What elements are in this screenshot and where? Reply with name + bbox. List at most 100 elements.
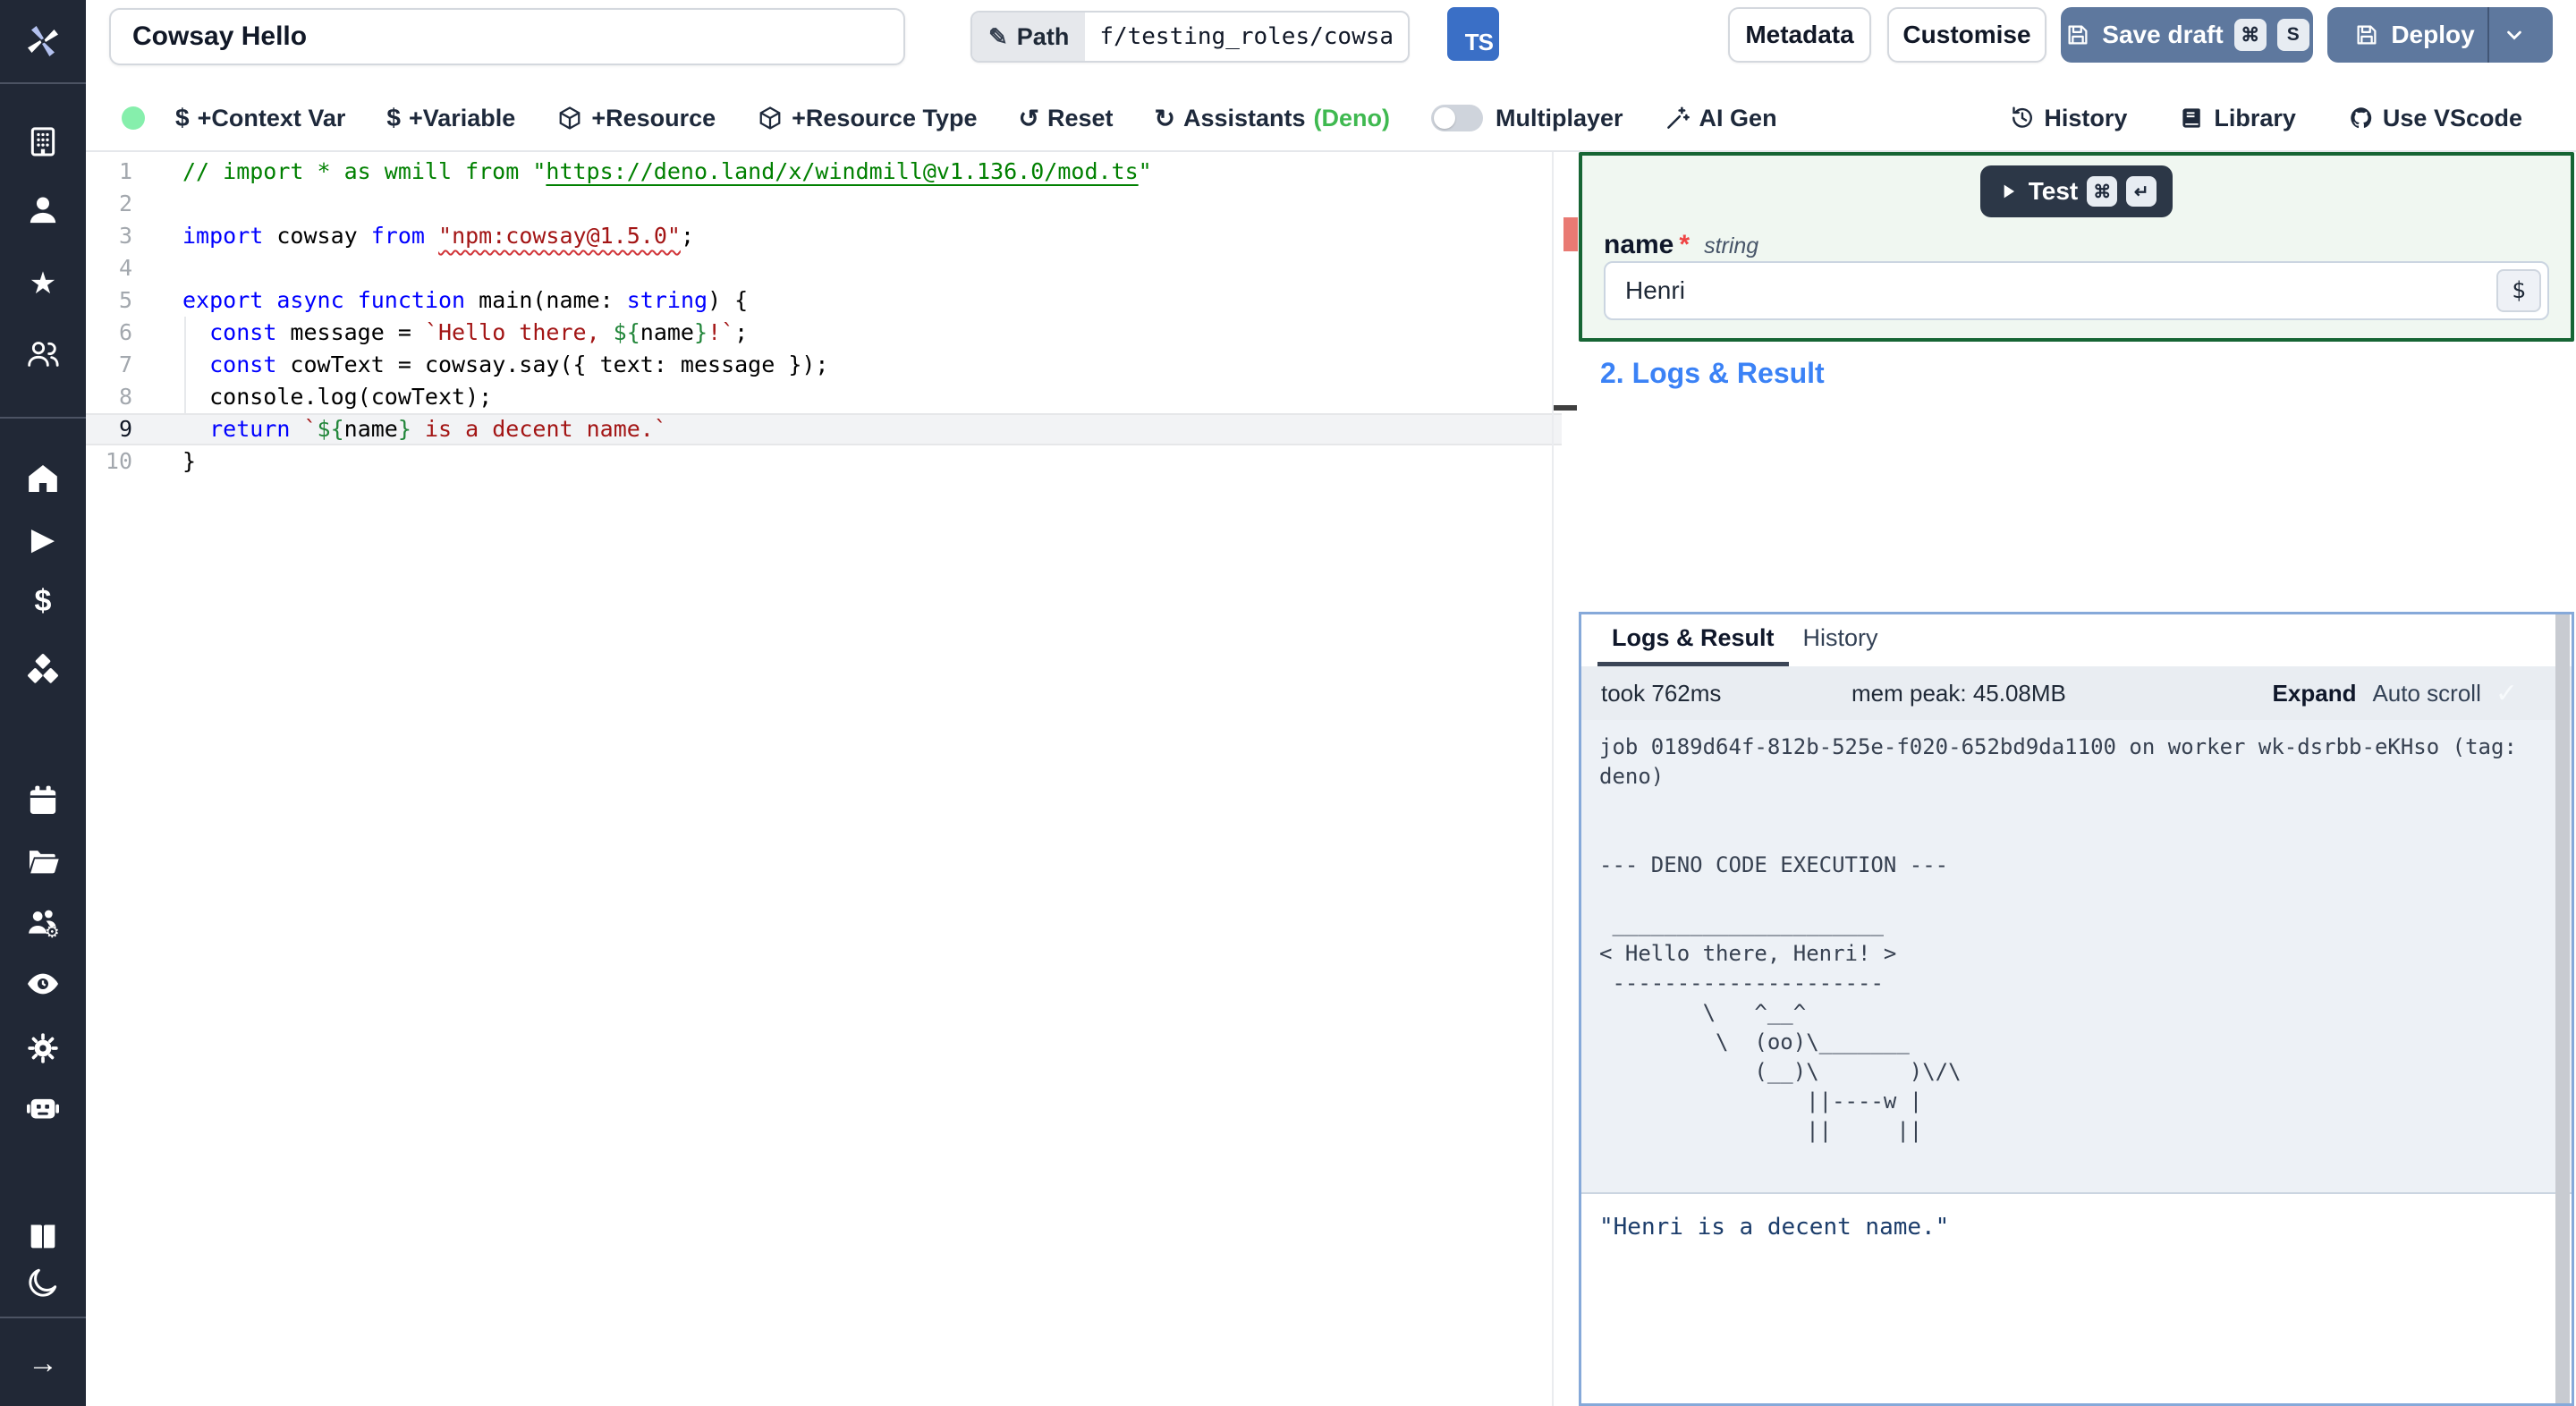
add-resource-type-button[interactable]: +Resource Type: [757, 105, 977, 132]
line-number: 8: [118, 384, 132, 410]
assistants-label: Assistants: [1182, 104, 1306, 131]
arg-input-wrap: $: [1604, 261, 2549, 320]
expand-button[interactable]: Expand: [2273, 680, 2357, 707]
sidebar-item-settings[interactable]: [0, 1027, 86, 1070]
windmill-logo-icon: [27, 26, 58, 56]
library-book-icon: [2182, 108, 2201, 128]
sidebar-item-audit-logs[interactable]: [0, 962, 86, 1005]
sidebar-item-folders[interactable]: [0, 839, 86, 882]
arg-name: name: [1604, 230, 1674, 259]
code-editor[interactable]: 1 // import * as wmill from "https://deno…: [86, 152, 1578, 1406]
code-line-6[interactable]: 6 const message = `Hello there, ${name}!…: [86, 317, 1562, 349]
arg-name-input[interactable]: [1606, 263, 2547, 318]
code-line-9[interactable]: 9 return `${name} is a decent name.`: [86, 413, 1562, 445]
autoscroll-label[interactable]: Auto scroll: [2372, 680, 2480, 707]
script-args-panel: Test ⌘ ↵ name * string $: [1579, 152, 2574, 342]
code-text: export async function main(name: string)…: [182, 287, 749, 313]
history-label: History: [2044, 104, 2128, 131]
code-lines: 1 // import * as wmill from "https://deno…: [86, 156, 1562, 478]
sidebar-item-home[interactable]: [0, 457, 86, 500]
code-line-8[interactable]: 8 console.log(cowText);: [86, 381, 1562, 413]
line-number: 5: [118, 287, 132, 313]
test-row: Test ⌘ ↵: [1582, 165, 2571, 217]
history-button[interactable]: History: [2009, 105, 2127, 132]
code-line-2[interactable]: 2: [86, 188, 1562, 220]
add-variable-label: +Variable: [408, 104, 516, 131]
metadata-button[interactable]: Metadata: [1728, 7, 1871, 63]
toolbar-right: History Library Use VScode: [1957, 105, 2522, 132]
sidebar-item-docs[interactable]: [0, 1215, 86, 1258]
refresh-icon: ↻: [1154, 104, 1175, 132]
results-scrollbar[interactable]: [2555, 614, 2570, 1403]
test-button[interactable]: Test ⌘ ↵: [1979, 165, 2174, 217]
windmill-logo[interactable]: [0, 16, 86, 66]
code-text: return `${name} is a decent name.`: [209, 416, 667, 442]
insert-variable-button[interactable]: $: [2496, 269, 2541, 312]
magic-wand-icon: [1666, 106, 1690, 129]
gear-icon: [28, 1033, 58, 1063]
save-draft-button[interactable]: Save draft ⌘ S: [2061, 7, 2313, 63]
metadata-label: Metadata: [1745, 21, 1854, 48]
library-label: Library: [2214, 104, 2296, 131]
command-key-badge: ⌘: [2087, 176, 2118, 207]
result-output: "Henri is a decent name.": [1581, 1192, 2572, 1403]
connection-status-dot: [122, 106, 145, 130]
deploy-button[interactable]: Deploy: [2327, 7, 2553, 63]
test-label: Test: [2028, 177, 2079, 205]
code-text: const cowText = cowsay.say({ text: messa…: [209, 352, 829, 377]
sidebar-collapse-button[interactable]: →: [0, 1342, 86, 1385]
command-key-badge: ⌘: [2233, 19, 2267, 51]
sidebar-item-workers[interactable]: [0, 1086, 86, 1129]
code-line-5[interactable]: 5 export async function main(name: string…: [86, 284, 1562, 317]
sidebar-item-schedules[interactable]: [0, 779, 86, 822]
tab-history[interactable]: History: [1789, 614, 1893, 666]
code-line-10[interactable]: 10}: [86, 445, 1562, 478]
multiplayer-toggle[interactable]: [1431, 105, 1484, 131]
users-icon: [28, 342, 59, 367]
arg-type: string: [1704, 233, 1759, 258]
line-number: 6: [118, 319, 132, 345]
cubes-icon: [28, 654, 58, 683]
sidebar-item-runs[interactable]: ▶: [0, 518, 86, 561]
ai-gen-button[interactable]: AI Gen: [1665, 105, 1777, 132]
sidebar-item-user[interactable]: [0, 189, 86, 232]
sidebar-item-groups-settings[interactable]: ⚙: [0, 902, 86, 944]
reset-icon: ↺: [1018, 104, 1039, 132]
code-line-3[interactable]: 3 import cowsay from "npm:cowsay@1.5.0";: [86, 220, 1562, 252]
run-duration: took 762ms: [1601, 679, 1722, 707]
autoscroll-check-icon[interactable]: ✓: [2496, 678, 2518, 709]
sidebar-item-dark-mode[interactable]: [0, 1261, 86, 1304]
sidebar-item-variables[interactable]: $: [0, 580, 86, 623]
log-output: job 0189d64f-812b-525e-f020-652bd9da1100…: [1581, 720, 2572, 1192]
sidebar-item-workspace[interactable]: [0, 120, 86, 163]
line-number: 3: [118, 223, 132, 249]
robot-icon: [27, 1098, 59, 1119]
sidebar-item-resources[interactable]: [0, 648, 86, 690]
overview-ruler: [1552, 152, 1554, 1406]
add-resource-button[interactable]: +Resource: [556, 105, 716, 132]
sidebar-item-groups[interactable]: [0, 332, 86, 375]
history-icon: [2012, 106, 2033, 128]
library-button[interactable]: Library: [2179, 105, 2296, 132]
code-line-1[interactable]: 1 // import * as wmill from "https://deno…: [86, 156, 1562, 188]
path-control[interactable]: ✎ Path f/testing_roles/cowsa: [970, 11, 1411, 63]
assistants-button[interactable]: ↻ Assistants (Deno): [1155, 104, 1391, 133]
sidebar-divider: [0, 417, 86, 419]
add-variable-button[interactable]: $ +Variable: [386, 104, 515, 132]
play-icon: [2004, 184, 2014, 199]
results-section: Logs & Result History took 762ms mem pea…: [1579, 612, 2574, 1406]
dollar-icon: $: [386, 104, 401, 131]
calendar-icon: [30, 785, 56, 814]
code-line-7[interactable]: 7 const cowText = cowsay.say({ text: mes…: [86, 349, 1562, 381]
section-logs-result: 2. Logs & Result: [1600, 357, 1825, 389]
sidebar-item-favorites[interactable]: ★: [0, 262, 86, 305]
code-line-4[interactable]: 4: [86, 252, 1562, 284]
customise-button[interactable]: Customise: [1887, 7, 2046, 63]
add-context-var-button[interactable]: $ +Context Var: [175, 104, 345, 132]
code-text: import cowsay from "npm:cowsay@1.5.0";: [182, 223, 695, 249]
use-vscode-button[interactable]: Use VScode: [2348, 105, 2522, 132]
tab-logs-result[interactable]: Logs & Result: [1597, 614, 1789, 666]
script-title-input[interactable]: [109, 8, 905, 65]
reset-button[interactable]: ↺ Reset: [1018, 104, 1113, 133]
chevron-down-icon[interactable]: [2502, 22, 2527, 47]
